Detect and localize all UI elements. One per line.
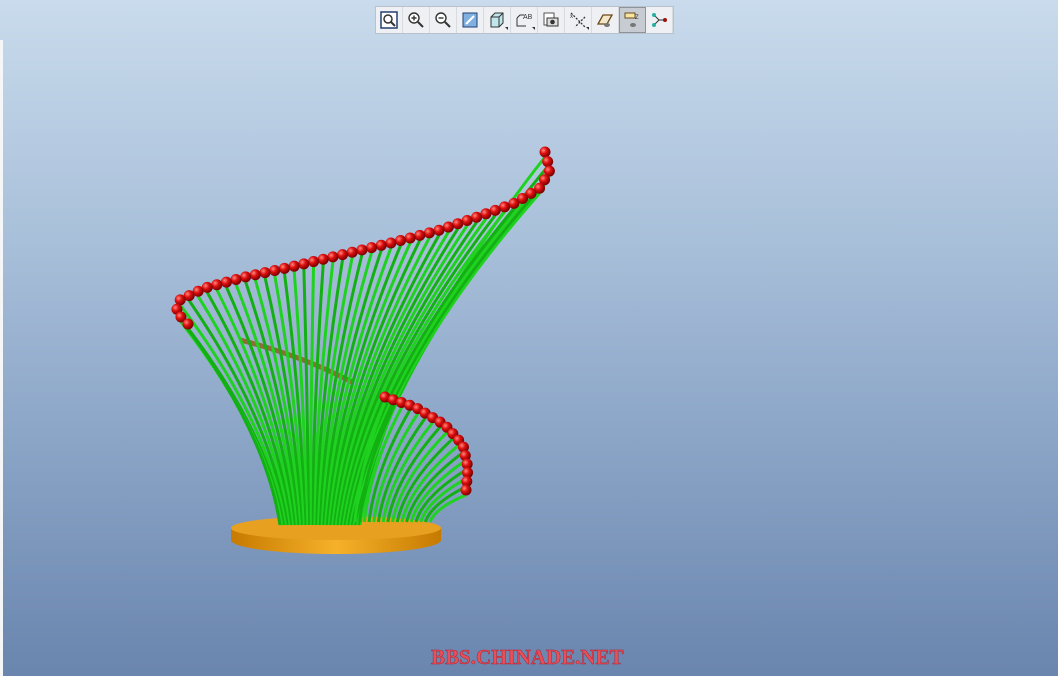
datum-plane-icon <box>596 14 614 27</box>
shaded-cube-icon <box>490 12 504 28</box>
saved-views-button[interactable]: AB <box>511 7 538 33</box>
plane-display-button[interactable] <box>592 7 619 33</box>
view-manager-button[interactable] <box>538 7 565 33</box>
bead <box>211 279 223 291</box>
bead <box>230 273 242 285</box>
bead <box>404 232 416 244</box>
bead <box>182 318 194 330</box>
bead <box>375 239 387 251</box>
bead <box>356 244 368 256</box>
bead <box>366 242 378 254</box>
bead <box>461 214 473 226</box>
bead <box>433 224 445 236</box>
svg-text:Z: Z <box>635 15 639 21</box>
point-display-button[interactable] <box>646 7 673 33</box>
svg-text:x: x <box>570 14 573 20</box>
svg-text:AB: AB <box>523 14 533 21</box>
bead <box>385 237 397 249</box>
watermark: BBS.CHINADE.NET <box>431 645 624 670</box>
saved-views-icon: AB <box>516 14 533 27</box>
bead <box>308 256 320 268</box>
refit-button[interactable] <box>376 7 403 33</box>
bead <box>337 249 349 261</box>
bead <box>471 211 483 223</box>
bead <box>259 267 271 279</box>
bead <box>249 269 261 281</box>
zoom-in-icon <box>408 12 424 28</box>
bead <box>327 251 339 263</box>
bead <box>452 218 464 230</box>
zoom-out-button[interactable] <box>430 7 457 33</box>
zoom-out-icon <box>435 12 451 28</box>
datum-point-icon <box>652 13 667 27</box>
bead <box>395 235 407 247</box>
datum-display-button[interactable]: x <box>565 7 592 33</box>
datum-display-icon: x <box>570 12 586 28</box>
view-toolbar: AB x Z <box>375 6 674 34</box>
bead <box>174 294 186 306</box>
repaint-button[interactable] <box>457 7 484 33</box>
bead <box>442 221 454 233</box>
display-style-button[interactable] <box>484 7 511 33</box>
zoom-fit-icon <box>380 11 398 29</box>
bead <box>298 258 310 270</box>
bead <box>346 246 358 258</box>
bead <box>240 271 252 283</box>
bead <box>539 146 551 158</box>
bead <box>220 276 232 288</box>
bead <box>542 156 554 168</box>
bead <box>288 260 300 272</box>
bead <box>480 208 492 220</box>
bead <box>460 484 472 496</box>
bead <box>269 264 281 276</box>
zoom-in-button[interactable] <box>403 7 430 33</box>
3d-model-viewport[interactable] <box>0 0 1058 676</box>
axis-display-icon: Z <box>624 12 639 27</box>
axis-display-button[interactable]: Z <box>619 7 646 33</box>
bead <box>278 262 290 274</box>
repaint-icon <box>462 12 478 28</box>
bead <box>423 227 435 239</box>
camera-icon <box>543 12 559 27</box>
bead <box>317 253 329 265</box>
bead <box>414 229 426 241</box>
